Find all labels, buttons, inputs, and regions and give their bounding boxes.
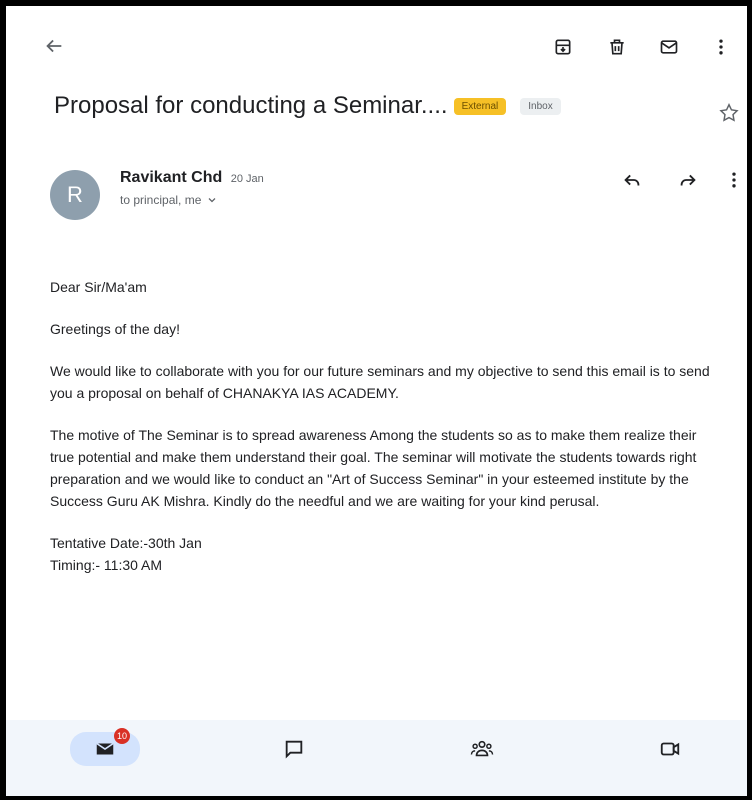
- recipients-toggle[interactable]: to principal, me: [120, 193, 218, 207]
- mail-icon: [94, 738, 116, 760]
- nav-mail[interactable]: 10: [70, 728, 140, 766]
- delete-icon[interactable]: [602, 32, 632, 62]
- video-icon: [659, 738, 681, 760]
- reply-icon[interactable]: [616, 164, 648, 196]
- email-subject: Proposal for conducting a Seminar....: [54, 92, 448, 119]
- body-paragraph: The motive of The Seminar is to spread a…: [50, 427, 697, 509]
- spaces-icon: [470, 738, 494, 760]
- timing: Timing:- 11:30 AM: [50, 557, 163, 573]
- subject-row: Proposal for conducting a Seminar.... Ex…: [54, 92, 561, 120]
- body-line: Greetings of the day!: [50, 321, 180, 337]
- mark-unread-icon[interactable]: [654, 32, 684, 62]
- chat-icon: [283, 738, 305, 760]
- external-label: External: [453, 97, 507, 115]
- email-date: 20 Jan: [230, 173, 264, 185]
- sender-avatar[interactable]: R: [50, 170, 100, 220]
- body-paragraph: We would like to collaborate with you fo…: [50, 363, 710, 401]
- chevron-down-icon: [206, 194, 218, 206]
- forward-icon[interactable]: [672, 164, 704, 196]
- unread-badge: 10: [114, 728, 131, 744]
- email-body: Dear Sir/Ma'am Greetings of the day! We …: [50, 276, 710, 576]
- bottom-navigation: 10: [6, 720, 747, 796]
- recipients-text: to principal, me: [120, 193, 202, 207]
- sender-line: Ravikant Chd 20 Jan: [120, 169, 264, 187]
- sender-name: Ravikant Chd: [120, 169, 223, 186]
- email-screen: Proposal for conducting a Seminar.... Ex…: [6, 6, 747, 796]
- back-arrow-icon[interactable]: [36, 28, 72, 64]
- more-options-icon[interactable]: [706, 32, 736, 62]
- tentative-date: Tentative Date:-30th Jan: [50, 535, 202, 551]
- star-icon[interactable]: [716, 100, 742, 126]
- nav-chat[interactable]: [259, 732, 329, 766]
- nav-spaces[interactable]: [447, 732, 517, 766]
- message-more-icon[interactable]: [718, 164, 747, 196]
- body-greeting: Dear Sir/Ma'am: [50, 279, 147, 295]
- archive-icon[interactable]: [548, 32, 578, 62]
- inbox-label[interactable]: Inbox: [520, 97, 561, 115]
- nav-meet[interactable]: [635, 732, 705, 766]
